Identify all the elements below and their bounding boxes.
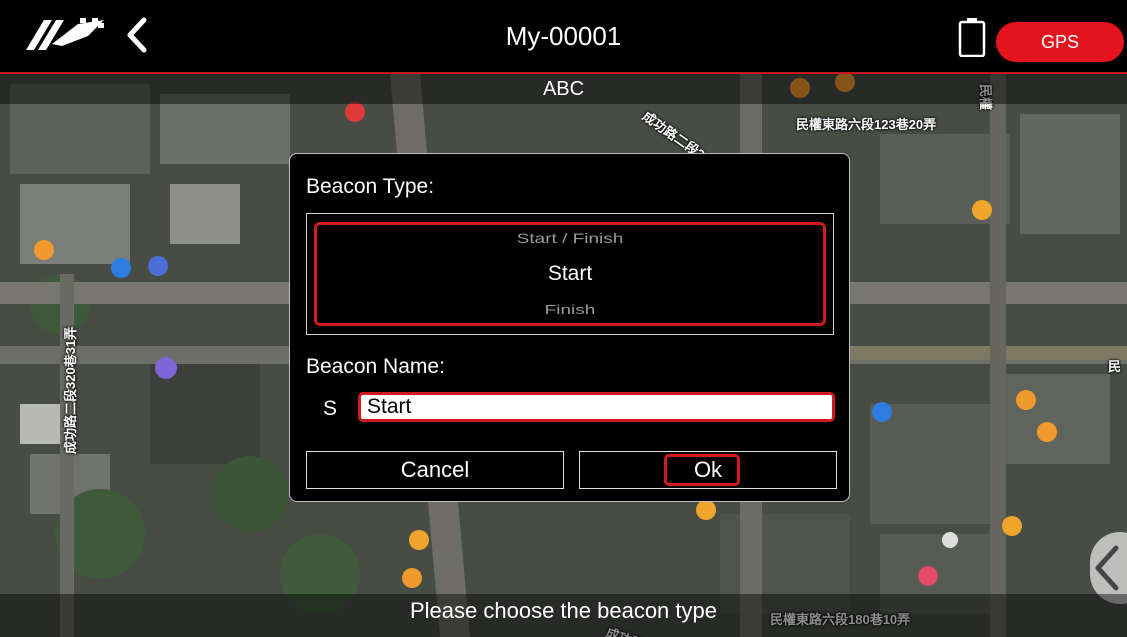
battery-icon (958, 18, 986, 57)
beacon-name-input[interactable] (358, 392, 835, 422)
beacon-dialog: Beacon Type: Start / Finish Start Finish… (289, 153, 850, 502)
gps-button[interactable]: GPS (996, 22, 1124, 62)
ok-focus-outline (664, 454, 740, 486)
beacon-name-label: Beacon Name: (306, 355, 445, 378)
header-divider (0, 72, 1127, 74)
logo-icon (26, 18, 104, 50)
cancel-button[interactable]: Cancel (306, 451, 564, 489)
picker-option-selected[interactable]: Start (307, 262, 833, 286)
picker-option[interactable]: Finish (307, 303, 833, 316)
map-subtitle: ABC (0, 74, 1127, 104)
name-prefix: S (323, 397, 338, 420)
back-chevron-icon[interactable] (122, 14, 152, 56)
beacon-type-label: Beacon Type: (306, 175, 435, 198)
beacon-type-picker[interactable]: Start / Finish Start Finish (306, 213, 834, 335)
ok-button[interactable]: Ok (579, 451, 837, 489)
picker-option[interactable]: Start / Finish (307, 231, 833, 248)
status-message: Please choose the beacon type (0, 594, 1127, 637)
